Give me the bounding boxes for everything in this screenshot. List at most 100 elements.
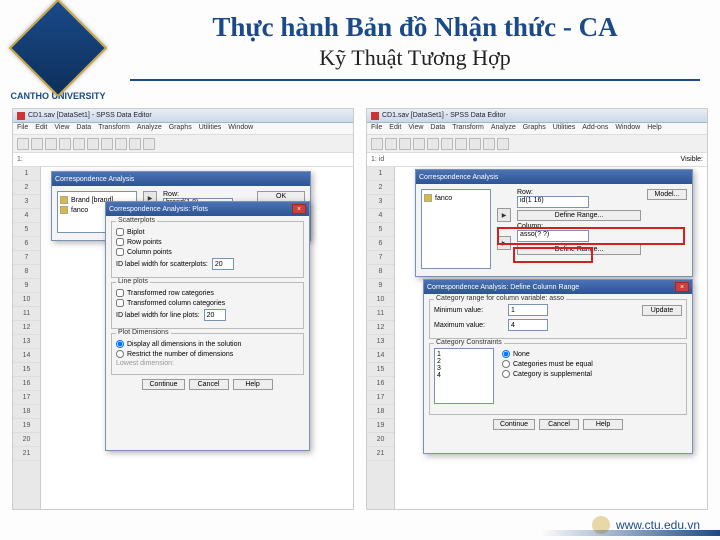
menu-graphs[interactable]: Graphs: [169, 124, 192, 133]
help-button[interactable]: Help: [583, 419, 623, 430]
row-num[interactable]: 5: [13, 223, 40, 237]
dialog-titlebar[interactable]: Correspondence Analysis: [416, 170, 692, 184]
toolbar-button[interactable]: [497, 138, 509, 150]
row-num[interactable]: 4: [13, 209, 40, 223]
col-input[interactable]: asso(? ?): [517, 230, 589, 242]
row-num[interactable]: 7: [367, 251, 394, 265]
toolbar-button[interactable]: [45, 138, 57, 150]
row-num[interactable]: 20: [13, 433, 40, 447]
row-num[interactable]: 8: [13, 265, 40, 279]
menu-analyze[interactable]: Analyze: [137, 124, 162, 133]
list-item[interactable]: 3: [437, 365, 491, 372]
menu-help[interactable]: Help: [647, 124, 661, 133]
menu-view[interactable]: View: [54, 124, 69, 133]
toolbar-button[interactable]: [87, 138, 99, 150]
menu-window[interactable]: Window: [615, 124, 640, 133]
row-num[interactable]: 9: [367, 279, 394, 293]
row-num[interactable]: 16: [13, 377, 40, 391]
row-num[interactable]: 15: [367, 363, 394, 377]
min-input[interactable]: [508, 304, 548, 316]
menu-view[interactable]: View: [408, 124, 423, 133]
close-icon[interactable]: ×: [292, 204, 306, 214]
menu-utilities[interactable]: Utilities: [199, 124, 222, 133]
move-col-button[interactable]: [497, 236, 511, 250]
constraints-list[interactable]: 1 2 3 4: [434, 348, 494, 404]
continue-button[interactable]: Continue: [493, 419, 535, 430]
row-num[interactable]: 18: [367, 405, 394, 419]
row-num[interactable]: 10: [13, 293, 40, 307]
var-item[interactable]: fanco: [435, 195, 452, 202]
max-input[interactable]: [508, 319, 548, 331]
equal-radio[interactable]: Categories must be equal: [502, 360, 593, 368]
menu-utilities[interactable]: Utilities: [553, 124, 576, 133]
menu-addons[interactable]: Add-ons: [582, 124, 608, 133]
menu-transform[interactable]: Transform: [452, 124, 484, 133]
restrict-dims-radio[interactable]: Restrict the number of dimensions: [116, 350, 299, 358]
cancel-button[interactable]: Cancel: [539, 419, 579, 430]
menu-edit[interactable]: Edit: [35, 124, 47, 133]
toolbar-button[interactable]: [385, 138, 397, 150]
menu-transform[interactable]: Transform: [98, 124, 130, 133]
toolbar-button[interactable]: [371, 138, 383, 150]
row-num[interactable]: 4: [367, 209, 394, 223]
row-num[interactable]: 7: [13, 251, 40, 265]
menu-data[interactable]: Data: [76, 124, 91, 133]
none-radio[interactable]: None: [502, 350, 593, 358]
row-num[interactable]: 17: [13, 391, 40, 405]
toolbar-button[interactable]: [399, 138, 411, 150]
row-num[interactable]: 5: [367, 223, 394, 237]
row-num[interactable]: 21: [13, 447, 40, 461]
row-num[interactable]: 3: [367, 195, 394, 209]
spss-menubar[interactable]: File Edit View Data Transform Analyze Gr…: [13, 123, 353, 135]
toolbar-button[interactable]: [455, 138, 467, 150]
list-item[interactable]: 2: [437, 358, 491, 365]
row-num[interactable]: 18: [13, 405, 40, 419]
row-num[interactable]: 6: [367, 237, 394, 251]
toolbar-button[interactable]: [441, 138, 453, 150]
row-num[interactable]: 12: [367, 321, 394, 335]
continue-button[interactable]: Continue: [142, 379, 184, 390]
row-num[interactable]: 1: [13, 167, 40, 181]
row-num[interactable]: 14: [13, 349, 40, 363]
row-num[interactable]: 13: [367, 335, 394, 349]
list-item[interactable]: 1: [437, 351, 491, 358]
id-line-input[interactable]: [204, 309, 226, 321]
toolbar-button[interactable]: [59, 138, 71, 150]
toolbar-button[interactable]: [31, 138, 43, 150]
toolbar-button[interactable]: [143, 138, 155, 150]
move-row-button[interactable]: [497, 208, 511, 222]
toolbar-button[interactable]: [129, 138, 141, 150]
trow-checkbox[interactable]: Transformed row categories: [116, 289, 299, 297]
row-num[interactable]: 12: [13, 321, 40, 335]
row-num[interactable]: 21: [367, 447, 394, 461]
menu-window[interactable]: Window: [228, 124, 253, 133]
rowpoints-checkbox[interactable]: Row points: [116, 238, 299, 246]
menu-file[interactable]: File: [371, 124, 382, 133]
id-width-input[interactable]: [212, 258, 234, 270]
dialog-titlebar[interactable]: Correspondence Analysis: Define Column R…: [424, 280, 692, 294]
toolbar-button[interactable]: [101, 138, 113, 150]
row-num[interactable]: 6: [13, 237, 40, 251]
cancel-button[interactable]: Cancel: [189, 379, 229, 390]
dialog-titlebar[interactable]: Correspondence Analysis: [52, 172, 310, 186]
row-num[interactable]: 10: [367, 293, 394, 307]
toolbar-button[interactable]: [17, 138, 29, 150]
row-num[interactable]: 19: [13, 419, 40, 433]
toolbar-button[interactable]: [427, 138, 439, 150]
row-num[interactable]: 13: [13, 335, 40, 349]
toolbar-button[interactable]: [469, 138, 481, 150]
toolbar-button[interactable]: [73, 138, 85, 150]
row-num[interactable]: 19: [367, 419, 394, 433]
row-input[interactable]: id(1 16): [517, 196, 589, 208]
all-dims-radio[interactable]: Display all dimensions in the solution: [116, 340, 299, 348]
row-num[interactable]: 3: [13, 195, 40, 209]
menu-file[interactable]: File: [17, 124, 28, 133]
spss-menubar[interactable]: File Edit View Data Transform Analyze Gr…: [367, 123, 707, 135]
colpoints-checkbox[interactable]: Column points: [116, 248, 299, 256]
var-item[interactable]: fanco: [71, 207, 88, 214]
biplot-checkbox[interactable]: Biplot: [116, 228, 299, 236]
row-num[interactable]: 20: [367, 433, 394, 447]
model-button[interactable]: Model...: [647, 189, 687, 200]
dialog-titlebar[interactable]: Correspondence Analysis: Plots ×: [106, 202, 309, 216]
define-range-button-2[interactable]: Define Range...: [517, 244, 641, 255]
